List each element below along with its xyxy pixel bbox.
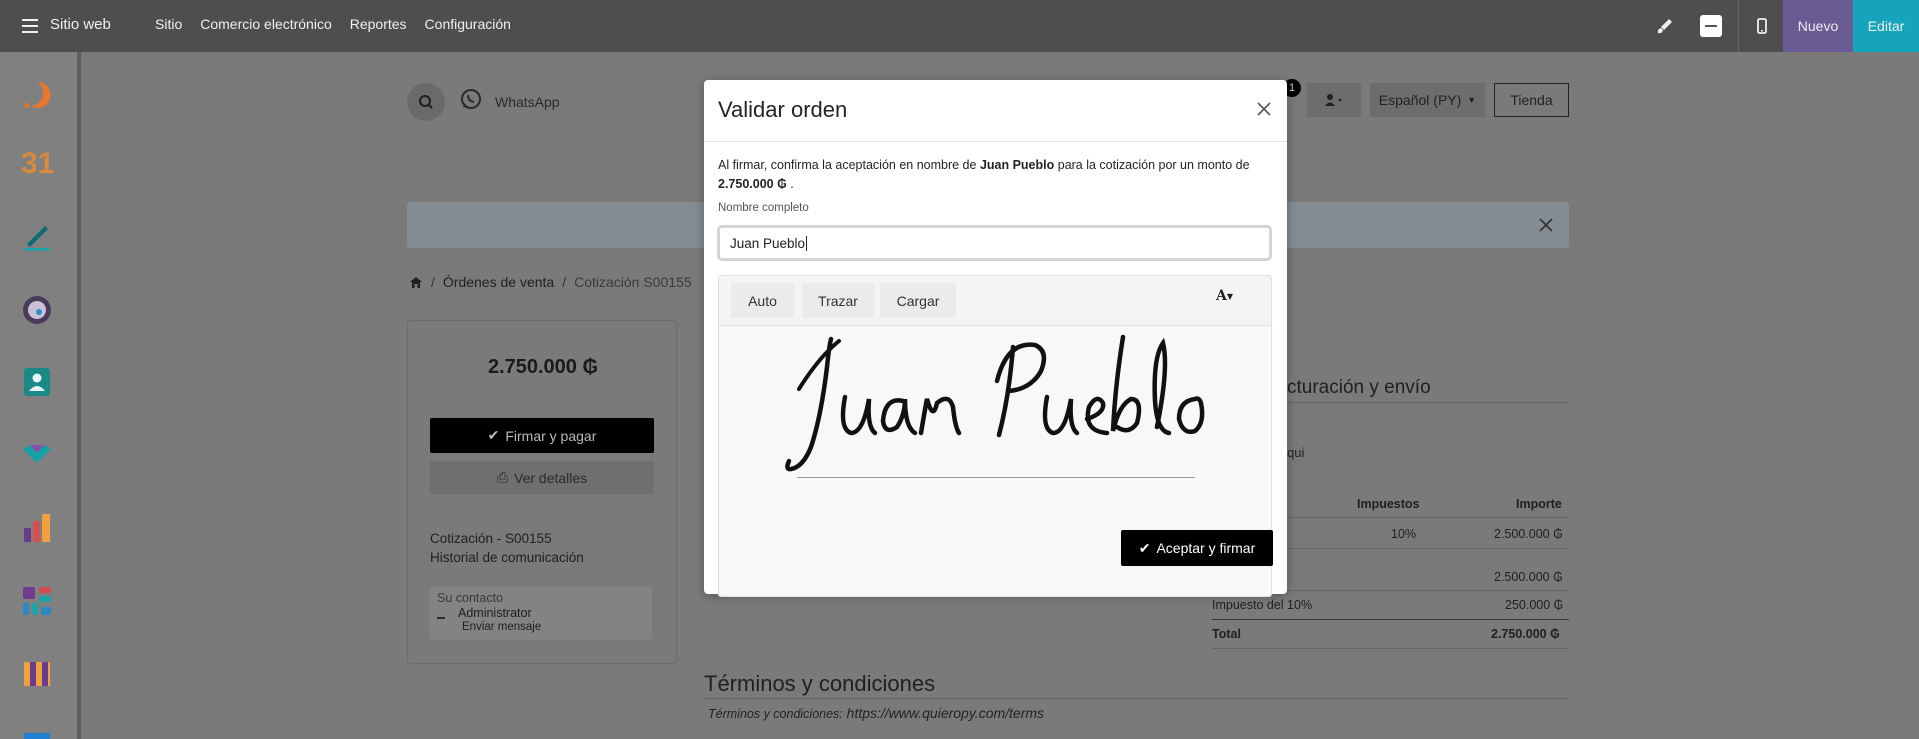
reports-icon[interactable]: [21, 512, 53, 544]
signature-area[interactable]: [719, 327, 1271, 517]
billing-heading: cturación y envío: [1287, 377, 1431, 398]
breadcrumb-quote: Cotización S00155: [574, 274, 692, 290]
font-icon: A: [1216, 288, 1227, 304]
col-taxes-header: Impuestos: [1357, 497, 1420, 511]
signature-toolbar: Auto Trazar Cargar A▼: [719, 276, 1271, 326]
sidebar-total: 2.750.000 ₲: [487, 356, 599, 378]
modal-title: Validar orden: [718, 97, 848, 122]
language-label: Español (PY): [1378, 92, 1462, 108]
search-button[interactable]: [407, 83, 445, 121]
check-icon: ✔: [1138, 539, 1151, 556]
terms-heading: Términos y condiciones: [704, 671, 936, 696]
full-name-input[interactable]: Juan Pueblo: [717, 225, 1272, 261]
home-icon[interactable]: [409, 276, 423, 289]
user-icon: [1325, 94, 1342, 106]
accept-sign-label: Aceptar y firmar: [1156, 540, 1256, 556]
store-icon[interactable]: [21, 657, 53, 689]
signature-drawing[interactable]: [759, 327, 1239, 477]
top-menu: Sitio Comercio electrónico Reportes Conf…: [155, 16, 529, 32]
divider: [1212, 648, 1569, 649]
caret-down-icon: ▼: [1226, 291, 1234, 301]
store-button[interactable]: Tienda: [1494, 83, 1569, 117]
modal-description: Al firmar, confirma la aceptación en nom…: [718, 158, 1250, 191]
billing-text: qui: [1287, 445, 1305, 460]
print-icon: ⎙: [496, 469, 509, 485]
row-amount: 2.500.000 ₲: [1494, 527, 1563, 541]
col-amount-header: Importe: [1516, 497, 1562, 511]
total-amount: 2.750.000 ₲: [1491, 627, 1560, 641]
menu-configuracion[interactable]: Configuración: [425, 16, 511, 32]
contacts-icon[interactable]: [21, 366, 53, 398]
website-icon[interactable]: [21, 294, 53, 326]
toolbar-separator: [1738, 0, 1739, 52]
hamburger-icon[interactable]: [22, 19, 38, 33]
avatar: [437, 617, 445, 619]
brush-icon[interactable]: [1654, 15, 1676, 37]
contact-label: Su contacto: [437, 591, 504, 605]
windows-icon[interactable]: [21, 728, 53, 739]
apps-dock: 31: [0, 52, 77, 739]
chevron-down-icon: ▼: [1467, 95, 1477, 105]
signature-baseline: [797, 477, 1195, 478]
whatsapp-icon[interactable]: [459, 87, 483, 111]
close-icon[interactable]: [1254, 99, 1274, 119]
view-details-label: Ver detalles: [514, 469, 588, 486]
history-link[interactable]: Historial de comunicación: [430, 550, 584, 565]
validate-order-modal: Validar orden Al firmar, confirma la ace…: [704, 80, 1287, 597]
sign-icon[interactable]: [21, 220, 53, 252]
tab-draw[interactable]: Trazar: [802, 283, 874, 318]
crm-icon[interactable]: [21, 439, 53, 471]
whatsapp-label[interactable]: WhatsApp: [495, 94, 560, 110]
divider: [1212, 619, 1569, 620]
terms-line: Términos y condiciones: https://www.quie…: [708, 705, 1044, 721]
discuss-icon[interactable]: [21, 79, 53, 111]
terms-label: Términos y condiciones:: [708, 707, 843, 721]
total-label: Total: [1212, 627, 1241, 641]
sign-pay-button[interactable]: ✔ Firmar y pagar: [430, 418, 654, 453]
dock-scrollbar[interactable]: [77, 52, 81, 739]
mobile-icon[interactable]: [1751, 15, 1773, 37]
row-tax: 10%: [1391, 527, 1417, 541]
subtotal-amount: 2.500.000 ₲: [1494, 570, 1563, 584]
modal-header: Validar orden: [704, 80, 1287, 142]
edit-button[interactable]: Editar: [1853, 0, 1919, 52]
contact-name: Administrator: [458, 606, 532, 620]
order-amount: 2.750.000 ₲: [718, 177, 787, 191]
tab-upload[interactable]: Cargar: [880, 283, 956, 318]
search-icon: [419, 95, 433, 109]
tax-amount: 250.000 ₲: [1505, 598, 1564, 612]
app-name[interactable]: Sitio web: [50, 16, 111, 33]
tax-label: Impuesto del 10%: [1212, 598, 1313, 612]
divider: [1287, 548, 1569, 549]
theme-toggle-button[interactable]: [1700, 15, 1722, 37]
menu-reportes[interactable]: Reportes: [350, 16, 407, 32]
new-button[interactable]: Nuevo: [1783, 0, 1853, 52]
sign-pay-label: Firmar y pagar: [505, 427, 597, 444]
close-icon[interactable]: [1538, 217, 1554, 233]
full-name-value: Juan Pueblo: [730, 235, 806, 251]
send-message-link[interactable]: Enviar mensaje: [462, 621, 541, 633]
full-name-label: Nombre completo: [718, 202, 809, 214]
tab-auto[interactable]: Auto: [731, 283, 794, 318]
user-dropdown[interactable]: [1307, 83, 1361, 117]
breadcrumb-orders[interactable]: Órdenes de venta: [443, 274, 554, 290]
top-navbar: Sitio web Sitio Comercio electrónico Rep…: [0, 0, 1919, 52]
divider: [704, 698, 1569, 699]
accept-sign-button[interactable]: ✔ Aceptar y firmar: [1121, 530, 1273, 566]
view-details-button[interactable]: ⎙ Ver detalles: [430, 461, 654, 494]
menu-sitio[interactable]: Sitio: [155, 16, 182, 32]
language-dropdown[interactable]: Español (PY) ▼: [1370, 83, 1485, 117]
font-selector-button[interactable]: A▼: [1216, 288, 1233, 304]
apps-icon[interactable]: [21, 585, 53, 617]
divider: [1287, 517, 1569, 518]
customer-name: Juan Pueblo: [979, 158, 1055, 172]
terms-link[interactable]: https://www.quieropy.com/terms: [847, 705, 1044, 721]
check-icon: ✔: [487, 427, 500, 443]
calendar-icon[interactable]: 31: [21, 148, 54, 180]
menu-ecommerce[interactable]: Comercio electrónico: [200, 16, 332, 32]
quote-reference[interactable]: Cotización - S00155: [430, 531, 552, 546]
breadcrumb: / Órdenes de venta / Cotización S00155: [409, 274, 692, 290]
